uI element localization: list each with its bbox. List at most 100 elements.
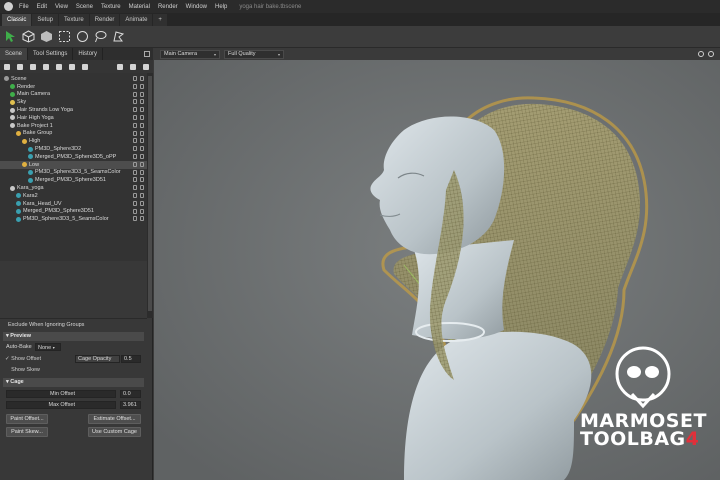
menu-view[interactable]: View: [55, 4, 68, 10]
visibility-icon[interactable]: [140, 154, 144, 159]
duplicate-icon[interactable]: [130, 63, 136, 70]
visibility-icon[interactable]: [140, 91, 144, 97]
tree-item[interactable]: High: [0, 137, 147, 145]
min-offset-slider[interactable]: Min Offset: [6, 390, 116, 398]
menu-material[interactable]: Material: [129, 4, 150, 10]
cage-section-header[interactable]: ▾ Cage: [3, 378, 144, 387]
polygon-select-icon[interactable]: [111, 29, 126, 44]
visibility-icon[interactable]: [140, 76, 144, 81]
menu-file[interactable]: File: [19, 4, 29, 10]
menu-scene[interactable]: Scene: [76, 4, 93, 10]
cage-opacity-slider[interactable]: Cage Opacity: [75, 355, 120, 363]
tab-classic[interactable]: Classic: [2, 14, 32, 26]
lock-icon[interactable]: [133, 169, 137, 175]
tree-item[interactable]: Merged_PM3D_Sphere3D51: [0, 208, 147, 216]
paint-skew-button[interactable]: Paint Skew...: [6, 427, 48, 437]
delete-icon[interactable]: [143, 63, 149, 70]
tree-item[interactable]: Sky: [0, 98, 147, 106]
tree-item[interactable]: Low: [0, 160, 147, 169]
lock-icon[interactable]: [133, 91, 137, 97]
visibility-icon[interactable]: [140, 83, 144, 89]
tree-item[interactable]: PM3D_Sphere3D3_5_SeamsColor: [0, 215, 147, 223]
add-light-icon[interactable]: [17, 63, 23, 70]
visibility-icon[interactable]: [140, 138, 144, 144]
lock-icon[interactable]: [133, 122, 137, 128]
visibility-icon[interactable]: [140, 185, 144, 191]
add-sky-icon[interactable]: [43, 63, 49, 70]
tree-item[interactable]: Kara_yoga: [0, 184, 147, 192]
visibility-icon[interactable]: [140, 193, 144, 198]
visibility-icon[interactable]: [140, 99, 144, 105]
lock-icon[interactable]: [133, 146, 137, 152]
menu-help[interactable]: Help: [215, 4, 227, 10]
tab-tool-settings[interactable]: Tool Settings: [28, 48, 74, 60]
lock-icon[interactable]: [133, 115, 137, 120]
lock-icon[interactable]: [133, 216, 137, 222]
mesh-select-icon[interactable]: [39, 29, 54, 44]
max-offset-field[interactable]: 3.961: [120, 401, 141, 409]
tree-scrollbar[interactable]: [147, 73, 153, 318]
lock-icon[interactable]: [133, 76, 137, 81]
lock-icon[interactable]: [133, 185, 137, 191]
lock-icon[interactable]: [133, 161, 137, 167]
lock-icon[interactable]: [133, 208, 137, 214]
cage-opacity-field[interactable]: 0.5: [121, 355, 141, 363]
quality-select[interactable]: Full Quality ▾: [224, 49, 284, 59]
menu-window[interactable]: Window: [186, 4, 207, 10]
visibility-icon[interactable]: [140, 216, 144, 222]
tree-item[interactable]: Merged_PM3D_Sphere3D5_oPP: [0, 153, 147, 161]
add-camera-icon[interactable]: [30, 63, 36, 70]
add-object-icon[interactable]: [4, 63, 10, 70]
add-bake-icon[interactable]: [69, 63, 75, 70]
visibility-icon[interactable]: [140, 208, 144, 214]
viewport-settings-icon[interactable]: [698, 51, 704, 57]
visibility-icon[interactable]: [140, 200, 144, 206]
visibility-icon[interactable]: [140, 169, 144, 175]
lock-icon[interactable]: [133, 130, 137, 136]
lock-icon[interactable]: [133, 200, 137, 206]
tree-item[interactable]: PM3D_Sphere3D2: [0, 145, 147, 153]
auto-bake-select[interactable]: None ▾: [35, 343, 61, 351]
tab-animate[interactable]: Animate: [120, 14, 153, 26]
popout-icon[interactable]: [144, 51, 150, 57]
min-offset-field[interactable]: 0.0: [120, 390, 141, 398]
viewport-maximize-icon[interactable]: [708, 51, 714, 57]
tree-item[interactable]: Kara_Head_UV: [0, 200, 147, 208]
menu-edit[interactable]: Edit: [37, 4, 47, 10]
circle-select-icon[interactable]: [75, 29, 90, 44]
tree-item[interactable]: Hair High Yoga: [0, 114, 147, 122]
tree-item[interactable]: Render: [0, 83, 147, 91]
lasso-select-icon[interactable]: [93, 29, 108, 44]
lock-icon[interactable]: [133, 177, 137, 183]
tree-item[interactable]: Merged_PM3D_Sphere3D51: [0, 176, 147, 184]
visibility-icon[interactable]: [140, 115, 144, 120]
select-cursor-icon[interactable]: [3, 29, 18, 44]
lock-icon[interactable]: [133, 99, 137, 105]
scrollbar-thumb[interactable]: [148, 76, 152, 311]
tree-item[interactable]: Bake Group: [0, 130, 147, 138]
folder-icon[interactable]: [117, 63, 123, 70]
show-offset-checkbox[interactable]: ✓ Show Offset: [5, 356, 41, 362]
tab-scene[interactable]: Scene: [0, 48, 29, 60]
tree-item[interactable]: Kara2: [0, 192, 147, 200]
estimate-offset-button[interactable]: Estimate Offset...: [88, 414, 141, 424]
paint-offset-button[interactable]: Paint Offset...: [6, 414, 48, 424]
lock-icon[interactable]: [133, 193, 137, 198]
menu-render[interactable]: Render: [158, 4, 178, 10]
visibility-icon[interactable]: [140, 130, 144, 136]
preview-section-header[interactable]: ▾ Preview: [3, 332, 144, 341]
visibility-icon[interactable]: [140, 107, 144, 113]
visibility-icon[interactable]: [140, 146, 144, 152]
lock-icon[interactable]: [133, 154, 137, 159]
menu-texture[interactable]: Texture: [101, 4, 121, 10]
add-misc-icon[interactable]: [82, 63, 88, 70]
lock-icon[interactable]: [133, 83, 137, 89]
visibility-icon[interactable]: [140, 161, 144, 167]
tree-item[interactable]: Main Camera: [0, 91, 147, 99]
tab-render[interactable]: Render: [89, 14, 120, 26]
tab-texture[interactable]: Texture: [59, 14, 89, 26]
add-tab-button[interactable]: +: [153, 14, 167, 26]
tree-item[interactable]: Bake Project 1: [0, 122, 147, 130]
lock-icon[interactable]: [133, 107, 137, 113]
tab-setup[interactable]: Setup: [32, 14, 59, 26]
